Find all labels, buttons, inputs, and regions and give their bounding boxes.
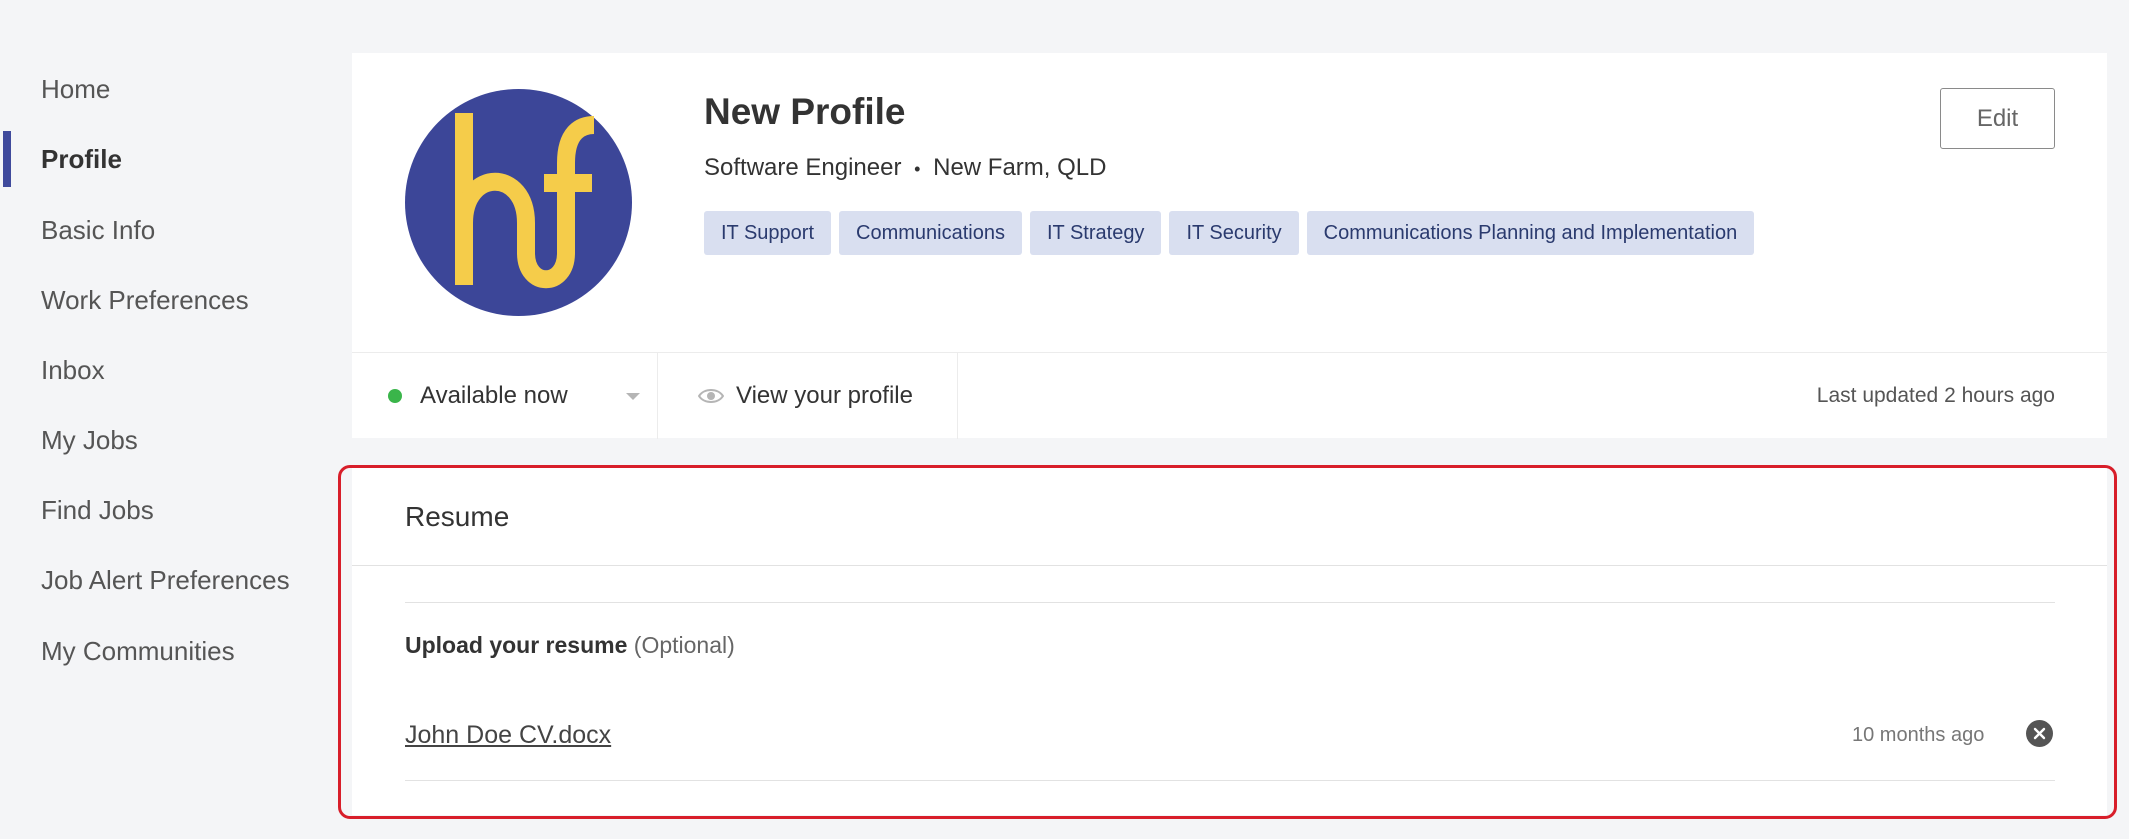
skill-tag: Communications [839, 211, 1022, 255]
sidebar-item-find-jobs[interactable]: Find Jobs [0, 482, 330, 538]
resume-file-link[interactable]: John Doe CV.docx [405, 721, 611, 750]
profile-card: New Profile Software Engineer • New Farm… [352, 53, 2107, 439]
sidebar-item-home[interactable]: Home [0, 61, 330, 117]
skill-tag: IT Strategy [1029, 211, 1162, 255]
file-timestamp: 10 months ago [1852, 724, 1985, 746]
sidebar-item-basic-info[interactable]: Basic Info [0, 202, 330, 258]
skill-tag: IT Support [704, 211, 832, 255]
sidebar-item-my-communities[interactable]: My Communities [0, 623, 330, 679]
profile-subtitle: Software Engineer • New Farm, QLD [704, 154, 1106, 182]
edit-button[interactable]: Edit [1940, 88, 2055, 149]
chevron-down-icon [626, 393, 640, 400]
sidebar-item-job-alert-preferences[interactable]: Job Alert Preferences [0, 552, 330, 608]
last-updated-text: Last updated 2 hours ago [1816, 384, 2055, 407]
page-title: New Profile [704, 91, 906, 132]
sidebar-item-profile[interactable]: Profile [0, 131, 330, 187]
availability-label: Available now [420, 382, 568, 409]
profile-status-bar: Available now View your profile Last upd… [352, 352, 2107, 439]
avatar [405, 89, 632, 316]
skill-tags: IT Support Communications IT Strategy IT… [704, 211, 1755, 255]
divider [405, 602, 2055, 603]
upload-resume-title: Upload your resume [405, 632, 628, 658]
sidebar-nav: Home Profile Basic Info Work Preferences… [0, 0, 330, 839]
optional-label: (Optional) [633, 632, 735, 658]
skill-tag: IT Security [1169, 211, 1299, 255]
resume-card: Resume Upload your resume (Optional) Joh… [352, 468, 2107, 815]
separator-dot: • [914, 159, 921, 179]
location: New Farm, QLD [933, 154, 1107, 181]
hf-logo-icon [454, 112, 594, 288]
resume-heading: Resume [352, 468, 2107, 566]
availability-dropdown[interactable]: Available now [352, 353, 658, 439]
job-title: Software Engineer [704, 154, 902, 181]
sidebar-item-work-preferences[interactable]: Work Preferences [0, 272, 330, 328]
view-profile-label: View your profile [736, 382, 913, 409]
available-status-dot [388, 389, 402, 403]
close-circle-icon[interactable] [2026, 720, 2053, 747]
sidebar-item-my-jobs[interactable]: My Jobs [0, 412, 330, 468]
sidebar-item-inbox[interactable]: Inbox [0, 342, 330, 398]
upload-resume-label: Upload your resume (Optional) [405, 632, 735, 659]
view-profile-link[interactable]: View your profile [658, 353, 958, 439]
skill-tag: Communications Planning and Implementati… [1306, 211, 1755, 255]
eye-icon [698, 387, 724, 405]
divider [405, 780, 2055, 781]
